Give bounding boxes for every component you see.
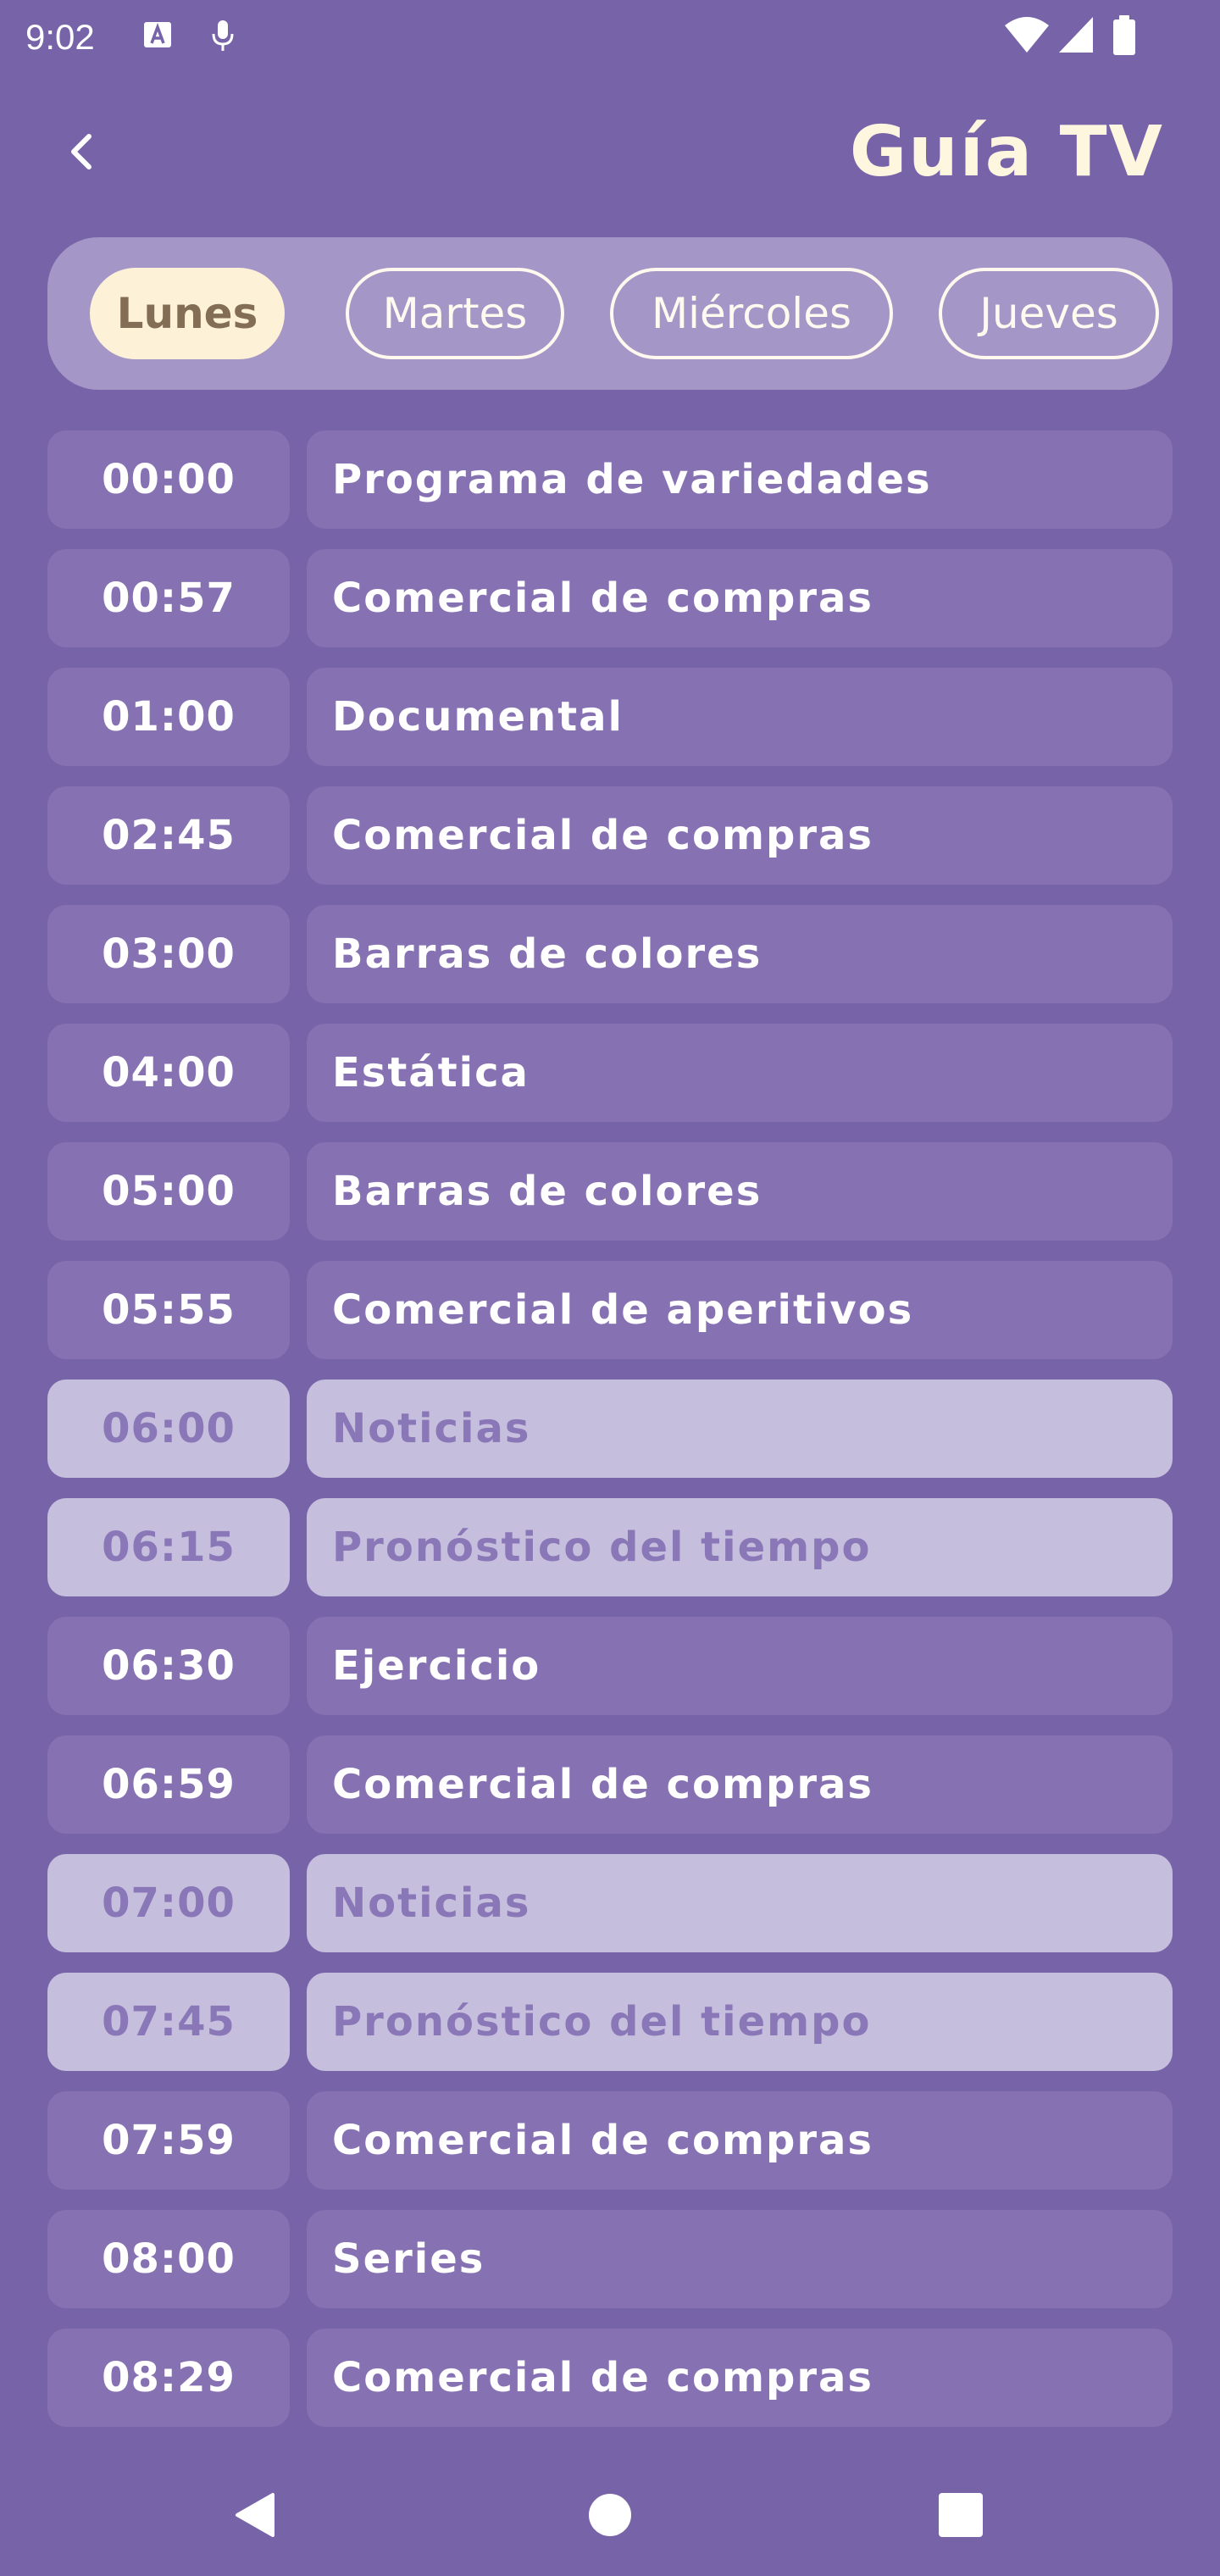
time-cell: 07:00: [47, 1854, 290, 1952]
program-cell: Noticias: [307, 1380, 1173, 1478]
time-cell: 01:00: [47, 668, 290, 766]
time-cell: 05:00: [47, 1142, 290, 1241]
tab-label: Miércoles: [651, 289, 852, 338]
schedule-row[interactable]: 05:55 Comercial de aperitivos: [47, 1261, 1173, 1359]
time-cell: 00:00: [47, 430, 290, 529]
time-cell: 06:15: [47, 1498, 290, 1596]
time-cell: 05:55: [47, 1261, 290, 1359]
program-cell: Barras de colores: [307, 905, 1173, 1003]
schedule-row-highlighted[interactable]: 06:00 Noticias: [47, 1380, 1173, 1478]
schedule-row[interactable]: 08:29 Comercial de compras: [47, 2329, 1173, 2427]
program-cell: Comercial de compras: [307, 549, 1173, 647]
schedule-row[interactable]: 04:00 Estática: [47, 1024, 1173, 1122]
tab-label: Martes: [382, 289, 528, 338]
day-tabs: Lunes Martes Miércoles Jueves: [47, 237, 1173, 390]
time-cell: 03:00: [47, 905, 290, 1003]
tab-martes[interactable]: Martes: [346, 268, 564, 359]
nav-back-button[interactable]: [220, 2483, 288, 2551]
chevron-left-icon: [65, 131, 99, 175]
time-cell: 06:30: [47, 1617, 290, 1715]
program-cell: Comercial de compras: [307, 2329, 1173, 2427]
schedule-row[interactable]: 06:59 Comercial de compras: [47, 1735, 1173, 1834]
time-cell: 00:57: [47, 549, 290, 647]
program-cell: Programa de variedades: [307, 430, 1173, 529]
program-cell: Comercial de aperitivos: [307, 1261, 1173, 1359]
schedule-row[interactable]: 08:00 Series: [47, 2210, 1173, 2308]
tab-label: Lunes: [116, 289, 258, 338]
program-cell: Comercial de compras: [307, 1735, 1173, 1834]
time-cell: 07:45: [47, 1973, 290, 2071]
schedule-row[interactable]: 02:45 Comercial de compras: [47, 786, 1173, 885]
program-cell: Documental: [307, 668, 1173, 766]
program-cell: Comercial de compras: [307, 786, 1173, 885]
program-cell: Noticias: [307, 1854, 1173, 1952]
status-time: 9:02: [25, 17, 95, 57]
schedule-row-highlighted[interactable]: 06:15 Pronóstico del tiempo: [47, 1498, 1173, 1596]
tab-jueves[interactable]: Jueves: [939, 268, 1159, 359]
mic-icon: [210, 17, 236, 56]
back-button[interactable]: [53, 124, 112, 183]
schedule-row[interactable]: 00:57 Comercial de compras: [47, 549, 1173, 647]
nav-home-button[interactable]: [576, 2483, 644, 2551]
wifi-icon: [1003, 15, 1051, 58]
tv-guide-screen: 9:02 Guía TV Lunes Martes Miércoles Juev…: [0, 0, 1220, 2576]
schedule-row[interactable]: 01:00 Documental: [47, 668, 1173, 766]
nav-recents-button[interactable]: [927, 2483, 995, 2551]
tab-lunes[interactable]: Lunes: [90, 268, 285, 359]
back-triangle-icon: [230, 2490, 278, 2544]
schedule-row-highlighted[interactable]: 07:00 Noticias: [47, 1854, 1173, 1952]
program-cell: Comercial de compras: [307, 2091, 1173, 2190]
time-cell: 06:59: [47, 1735, 290, 1834]
battery-icon: [1112, 15, 1137, 59]
program-cell: Barras de colores: [307, 1142, 1173, 1241]
program-cell: Estática: [307, 1024, 1173, 1122]
schedule-row-highlighted[interactable]: 07:45 Pronóstico del tiempo: [47, 1973, 1173, 2071]
tab-label: Jueves: [979, 289, 1118, 338]
schedule-row[interactable]: 00:00 Programa de variedades: [47, 430, 1173, 529]
recents-square-icon: [937, 2491, 984, 2542]
program-cell: Pronóstico del tiempo: [307, 1973, 1173, 2071]
tab-miercoles[interactable]: Miércoles: [610, 268, 893, 359]
time-cell: 08:29: [47, 2329, 290, 2427]
status-bar: 9:02: [0, 0, 1220, 71]
time-cell: 07:59: [47, 2091, 290, 2190]
program-cell: Ejercicio: [307, 1617, 1173, 1715]
text-a-icon: [142, 17, 173, 54]
program-cell: Pronóstico del tiempo: [307, 1498, 1173, 1596]
schedule-row[interactable]: 07:59 Comercial de compras: [47, 2091, 1173, 2190]
time-cell: 06:00: [47, 1380, 290, 1478]
system-nav-bar: [0, 2457, 1220, 2576]
time-cell: 02:45: [47, 786, 290, 885]
program-cell: Series: [307, 2210, 1173, 2308]
home-circle-icon: [586, 2491, 634, 2542]
page-title: Guía TV: [849, 112, 1164, 192]
time-cell: 04:00: [47, 1024, 290, 1122]
schedule-row[interactable]: 03:00 Barras de colores: [47, 905, 1173, 1003]
schedule-row[interactable]: 06:30 Ejercicio: [47, 1617, 1173, 1715]
signal-icon: [1057, 15, 1095, 58]
schedule-row[interactable]: 05:00 Barras de colores: [47, 1142, 1173, 1241]
time-cell: 08:00: [47, 2210, 290, 2308]
